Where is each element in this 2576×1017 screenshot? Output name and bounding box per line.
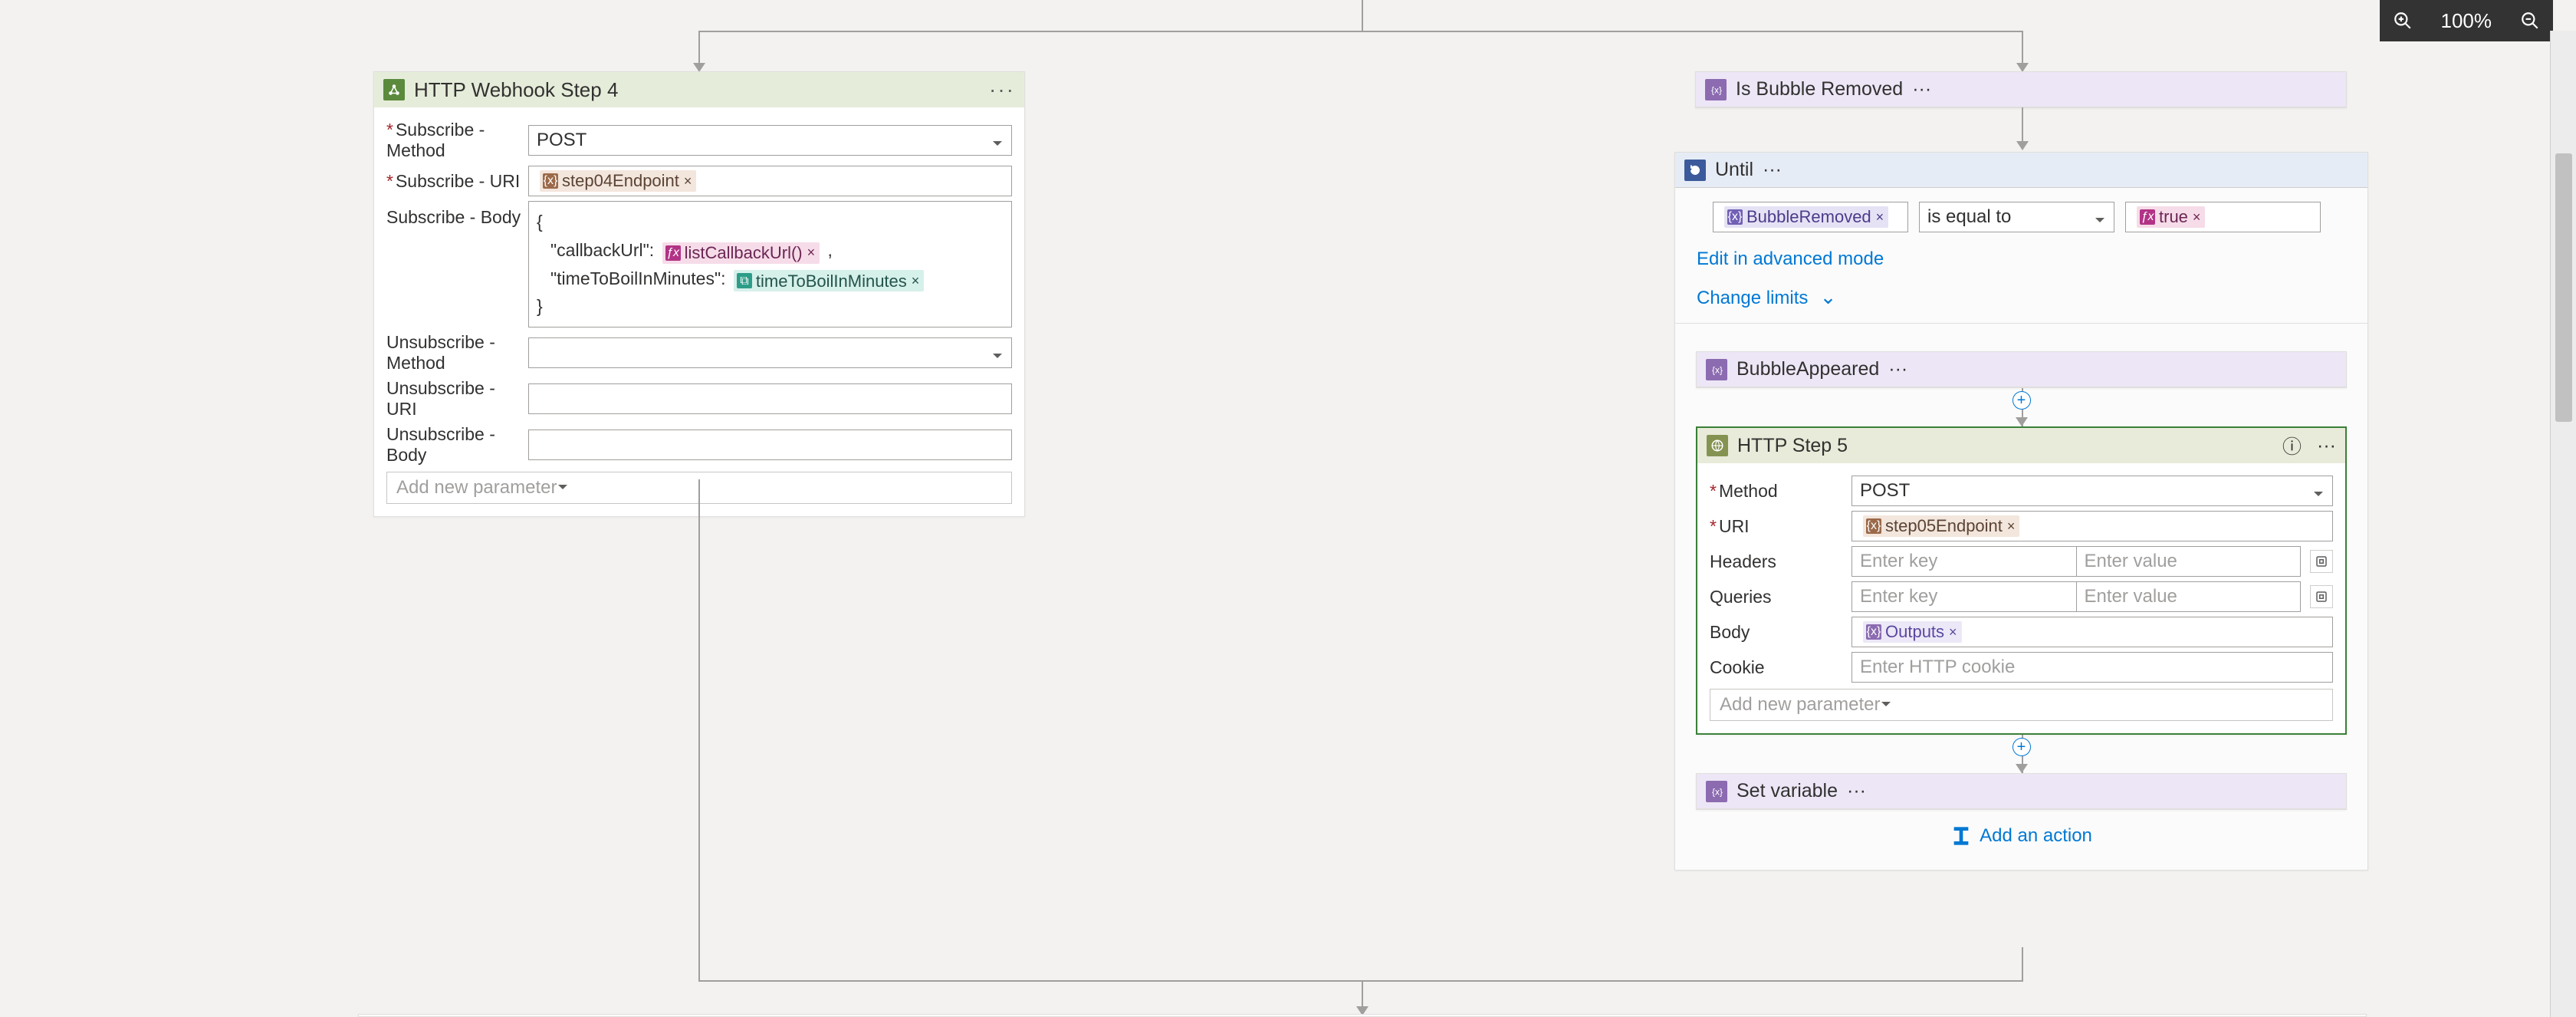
insert-step-button[interactable]: + (2013, 391, 2031, 410)
until-right-operand[interactable]: ƒxtrue× (2125, 202, 2321, 232)
http-webhook-step4-card: HTTP Webhook Step 4 ··· *Subscribe - Met… (373, 71, 1025, 517)
edit-advanced-link[interactable]: Edit in advanced mode (1697, 248, 1884, 269)
chevron-down-icon (991, 346, 1004, 367)
card-menu-button[interactable]: ··· (1888, 358, 1907, 380)
method-select[interactable]: POST (1852, 476, 2333, 506)
subscribe-method-label: Subscribe - Method (386, 120, 485, 160)
set-variable-card[interactable]: {x} Set variable ··· (1696, 773, 2347, 810)
until-operator-select[interactable]: is equal to (1919, 202, 2114, 232)
header-value-input[interactable]: Enter value (2076, 546, 2302, 577)
add-action-icon (1950, 825, 1972, 847)
subscribe-uri-input[interactable]: {x}step04Endpoint× (528, 166, 1012, 196)
vertical-scrollbar[interactable] (2550, 31, 2576, 1017)
query-key-input[interactable]: Enter key (1852, 581, 2076, 612)
body-label: Body (1710, 622, 1750, 642)
method-label: Method (1719, 481, 1778, 501)
uri-label: URI (1719, 516, 1750, 536)
loop-icon (1684, 160, 1706, 181)
subscribe-body-label: Subscribe - Body (386, 207, 521, 227)
listcallbackurl-chip[interactable]: ƒxlistCallbackUrl()× (662, 242, 820, 264)
body-input[interactable]: {x}Outputs× (1852, 617, 2333, 647)
bubble-appeared-title: BubbleAppeared (1737, 358, 1879, 380)
is-bubble-removed-title: Is Bubble Removed (1736, 78, 1903, 100)
chip-remove-icon[interactable]: × (1949, 624, 1957, 640)
unsubscribe-body-label: Unsubscribe - Body (386, 424, 495, 465)
unsubscribe-method-select[interactable] (528, 337, 1012, 368)
is-bubble-removed-card[interactable]: {x} Is Bubble Removed ··· (1695, 71, 2347, 108)
headers-label: Headers (1710, 551, 1776, 571)
step05endpoint-chip[interactable]: {x}step05Endpoint× (1863, 515, 2019, 537)
variable-icon: {x} (1706, 359, 1727, 380)
unsubscribe-body-input[interactable] (528, 430, 1012, 460)
outputs-chip[interactable]: {x}Outputs× (1863, 621, 1962, 643)
chevron-down-icon (2094, 210, 2106, 232)
endpoint-chip[interactable]: {x}step04Endpoint× (540, 170, 696, 192)
svg-text:{x}: {x} (1712, 364, 1723, 375)
switch-mode-button[interactable] (2310, 585, 2333, 608)
chevron-down-icon (2312, 484, 2325, 505)
chevron-down-icon (991, 133, 1004, 155)
subscribe-body-editor[interactable]: { "callbackUrl": ƒxlistCallbackUrl()× , … (528, 201, 1012, 327)
webhook-icon (383, 79, 405, 100)
change-limits-link[interactable]: Change limits (1697, 288, 1808, 308)
chip-remove-icon[interactable]: × (807, 242, 816, 264)
add-action-link[interactable]: Add an action (1980, 825, 2092, 847)
until-title: Until (1715, 159, 1753, 181)
unsubscribe-method-label: Unsubscribe - Method (386, 332, 495, 373)
bubble-appeared-card[interactable]: {x} BubbleAppeared ··· (1696, 351, 2347, 388)
unsubscribe-uri-label: Unsubscribe - URI (386, 378, 495, 419)
subscribe-method-select[interactable]: POST (528, 125, 1012, 156)
http-step5-title[interactable]: HTTP Step 5 (1737, 435, 2273, 457)
chip-remove-icon[interactable]: × (912, 270, 920, 292)
http-webhook-step4-title: HTTP Webhook Step 4 (414, 78, 618, 102)
svg-text:{x}: {x} (1712, 786, 1723, 797)
next-card-peek (358, 1014, 2367, 1017)
http-step5-card: HTTP Step 5 ⓘ ··· *Method POST *URI {x (1696, 426, 2347, 735)
until-container: Until ··· {x}BubbleRemoved× is equal to … (1674, 152, 2368, 871)
chip-remove-icon[interactable]: × (2193, 209, 2201, 225)
chevron-down-icon: ⌄ (1820, 285, 1837, 308)
zoom-level: 100% (2441, 9, 2492, 33)
card-menu-button[interactable]: ··· (1912, 78, 1931, 100)
switch-mode-button[interactable] (2310, 550, 2333, 573)
cookie-label: Cookie (1710, 657, 1765, 677)
set-variable-title: Set variable (1737, 780, 1838, 802)
chip-remove-icon[interactable]: × (2007, 518, 2016, 535)
unsubscribe-uri-input[interactable] (528, 383, 1012, 414)
scrollbar-thumb[interactable] (2555, 153, 2572, 422)
info-icon[interactable]: ⓘ (2282, 432, 2302, 459)
chevron-down-icon (557, 477, 569, 499)
zoom-in-icon[interactable] (2387, 5, 2418, 36)
header-key-input[interactable]: Enter key (1852, 546, 2076, 577)
timetoboil-chip[interactable]: ⧉timeToBoilInMinutes× (734, 270, 924, 291)
card-menu-button[interactable]: ··· (1763, 159, 1782, 181)
insert-step-button[interactable]: + (2013, 738, 2031, 756)
queries-label: Queries (1710, 587, 1772, 607)
variable-icon: {x} (1705, 79, 1727, 100)
true-chip[interactable]: ƒxtrue× (2137, 206, 2205, 228)
chevron-down-icon (1880, 694, 1892, 716)
http-icon (1707, 435, 1728, 456)
zoom-out-icon[interactable] (2515, 5, 2545, 36)
chip-remove-icon[interactable]: × (1876, 209, 1884, 225)
uri-input[interactable]: {x}step05Endpoint× (1852, 511, 2333, 541)
card-menu-button[interactable]: ··· (1847, 780, 1866, 802)
chip-remove-icon[interactable]: × (684, 173, 692, 189)
variable-icon: {x} (1706, 781, 1727, 802)
svg-text:{x}: {x} (1711, 84, 1722, 95)
card-menu-button[interactable]: ··· (989, 77, 1015, 102)
bubbleremoved-chip[interactable]: {x}BubbleRemoved× (1724, 206, 1888, 228)
card-menu-button[interactable]: ··· (2317, 435, 2336, 457)
cookie-input[interactable]: Enter HTTP cookie (1852, 652, 2333, 683)
subscribe-uri-label: Subscribe - URI (396, 171, 520, 191)
query-value-input[interactable]: Enter value (2076, 581, 2302, 612)
add-new-parameter-select[interactable]: Add new parameter (1710, 689, 2333, 721)
until-left-operand[interactable]: {x}BubbleRemoved× (1713, 202, 1908, 232)
